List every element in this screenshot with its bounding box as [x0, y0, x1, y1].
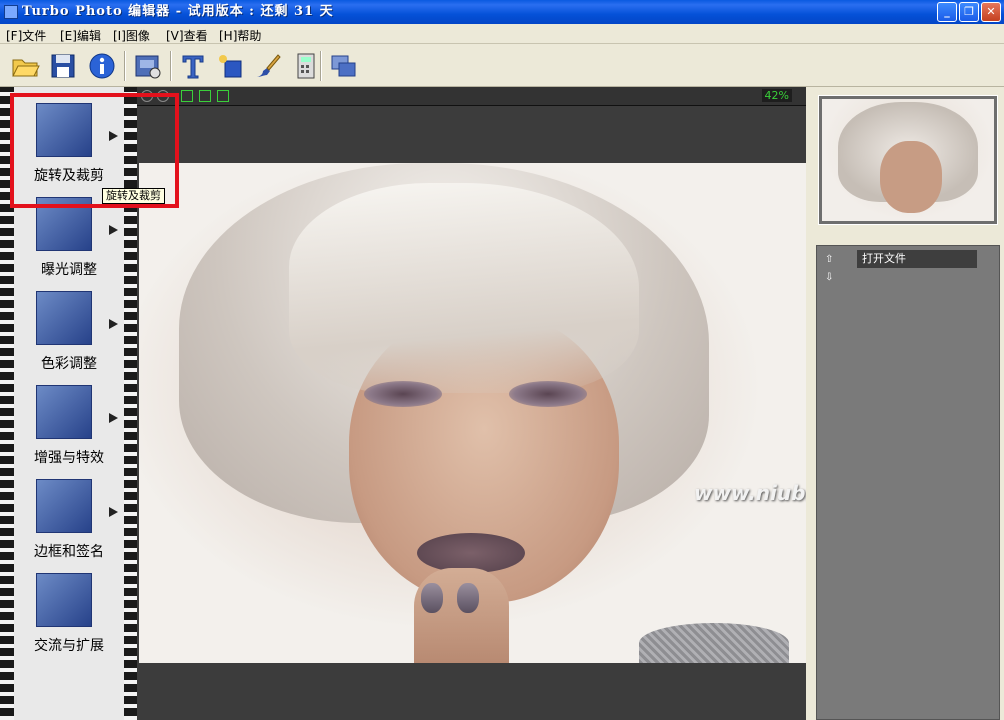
tool-color-adjust[interactable]: 色彩调整: [14, 283, 124, 375]
photo-image[interactable]: www.niubb.net: [139, 163, 865, 663]
history-panel: ⇧ ⇩ 打开文件: [816, 245, 1000, 720]
toolbar: [0, 45, 1004, 87]
photo-fringe: [289, 183, 639, 393]
menu-file[interactable]: [F]文件: [6, 27, 46, 44]
tooltip: 旋转及裁剪: [102, 188, 165, 204]
zoom-level: 42%: [761, 89, 792, 102]
color-adjust-icon: [36, 291, 92, 345]
open-folder-icon[interactable]: [10, 51, 40, 81]
image-canvas[interactable]: 42% www.niubb.net: [137, 87, 865, 720]
photo-sweater: [639, 623, 789, 663]
submenu-arrow-icon[interactable]: [109, 319, 118, 329]
view-toolbar: 42%: [137, 87, 806, 106]
close-button[interactable]: ✕: [981, 2, 1001, 22]
save-disk-icon[interactable]: [48, 51, 78, 81]
toolbar-separator: [124, 51, 126, 81]
history-down-arrow-icon[interactable]: ⇩: [825, 272, 833, 283]
thumbnail-face: [880, 141, 942, 213]
tool-share-extend[interactable]: 交流与扩展: [14, 565, 124, 657]
tool-frame-signature[interactable]: 边框和签名: [14, 471, 124, 563]
scan-icon[interactable]: [133, 51, 163, 81]
share-extend-icon: [36, 573, 92, 627]
frame-signature-icon: [36, 479, 92, 533]
right-panel: ⇧ ⇩ 打开文件: [806, 87, 1004, 720]
fit-window-icon[interactable]: [217, 90, 229, 102]
photo-nail: [457, 583, 479, 613]
history-item[interactable]: 打开文件: [857, 250, 977, 268]
tool-label: 增强与特效: [34, 450, 104, 466]
tool-label: 色彩调整: [41, 356, 97, 372]
info-icon[interactable]: [87, 51, 117, 81]
minimize-button[interactable]: _: [937, 2, 957, 22]
toolbar-separator: [320, 51, 322, 81]
text-icon[interactable]: [178, 51, 208, 81]
menu-help[interactable]: [H]帮助: [219, 27, 261, 44]
tool-label: 曝光调整: [41, 262, 97, 278]
menu-view[interactable]: [V]查看: [166, 27, 208, 44]
submenu-arrow-icon[interactable]: [109, 413, 118, 423]
submenu-arrow-icon[interactable]: [109, 507, 118, 517]
window-title: Turbo Photo 编辑器 - 试用版本 : 还剩 31 天: [22, 4, 334, 19]
photo-lips: [417, 533, 525, 573]
title-bar[interactable]: Turbo Photo 编辑器 - 试用版本 : 还剩 31 天 _ ❐ ✕: [0, 0, 1004, 24]
tool-enhance-effects[interactable]: 增强与特效: [14, 377, 124, 469]
app-icon: [4, 5, 18, 19]
tool-label: 边框和签名: [34, 544, 104, 560]
hand-tool-icon[interactable]: [181, 90, 193, 102]
actual-size-icon[interactable]: [199, 90, 211, 102]
navigator-preview[interactable]: [818, 95, 998, 225]
menu-edit[interactable]: [E]编辑: [60, 27, 101, 44]
history-up-arrow-icon[interactable]: ⇧: [825, 254, 833, 265]
crop-shapes-icon[interactable]: [215, 51, 245, 81]
app-window: Turbo Photo 编辑器 - 试用版本 : 还剩 31 天 _ ❐ ✕ […: [0, 0, 1004, 720]
calculator-icon[interactable]: [291, 51, 321, 81]
submenu-arrow-icon[interactable]: [109, 225, 118, 235]
photo-eye-right: [509, 381, 587, 407]
menu-image[interactable]: [I]图像: [113, 27, 150, 44]
brush-icon[interactable]: [252, 51, 282, 81]
tool-label: 交流与扩展: [34, 638, 104, 654]
batch-icon[interactable]: [329, 51, 359, 81]
thumbnail-image: [822, 99, 994, 221]
menu-bar: [F]文件 [E]编辑 [I]图像 [V]查看 [H]帮助: [0, 24, 1004, 44]
toolbar-separator: [170, 51, 172, 81]
maximize-button[interactable]: ❐: [959, 2, 979, 22]
photo-nail: [421, 583, 443, 613]
enhance-effects-icon: [36, 385, 92, 439]
photo-eye-left: [364, 381, 442, 407]
